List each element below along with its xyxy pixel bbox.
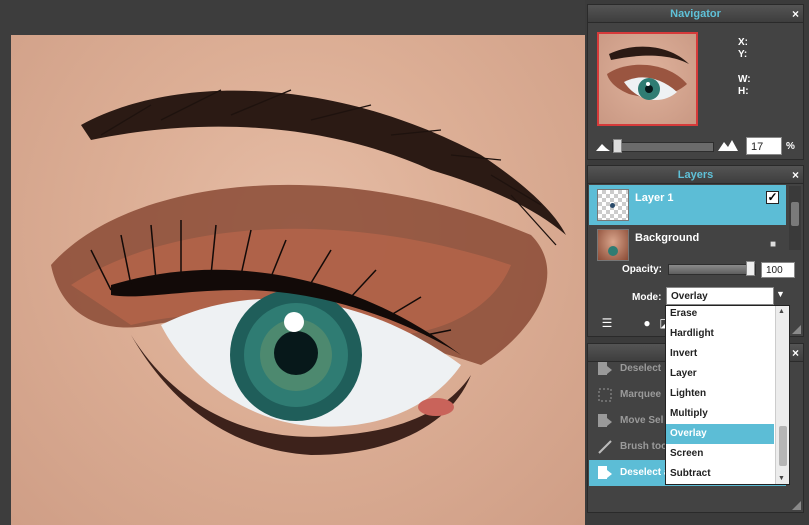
mode-dropdown-list[interactable]: Erase Hardlight Invert Layer Lighten Mul… [665,305,790,485]
x-coordinate-label: X: [738,37,748,48]
document-arrow-icon [598,466,612,479]
mode-select[interactable]: Overlay [666,287,774,305]
navigator-close-icon[interactable]: × [792,5,799,23]
width-label: W: [738,74,751,85]
background-thumbnail [597,229,629,261]
history-item-label: Marquee [620,389,662,400]
mode-option[interactable]: Erase [666,306,776,324]
canvas-workspace[interactable] [0,0,585,525]
layer-row-layer-1[interactable]: Layer 1 ✓ [589,185,786,225]
opacity-input[interactable]: 100 [761,262,795,278]
zoom-slider-track[interactable] [612,142,714,152]
chevron-down-icon[interactable]: ▼ [776,289,785,299]
mode-option[interactable]: Hardlight [666,324,776,344]
navigator-header: Navigator × [588,5,803,23]
lock-icon: ■ [769,239,776,250]
thumbnail-eye [607,46,689,101]
mode-label: Mode: [632,292,662,303]
navigator-thumbnail[interactable] [597,32,698,126]
history-close-icon[interactable]: × [792,344,799,362]
adjustments-icon[interactable]: ☰ [600,316,614,330]
zoom-controls: 17 % [588,133,803,157]
scroll-down-icon[interactable]: ▼ [778,475,785,482]
marquee-icon [598,388,612,402]
opacity-slider-handle[interactable] [746,261,755,276]
mode-option[interactable]: Lighten [666,384,776,404]
history-item-label: Deselect a [620,467,670,478]
height-label: H: [738,86,749,97]
layer-name: Layer 1 [635,192,674,204]
history-item-label: Deselect [620,363,662,374]
layers-resize-grip[interactable] [792,325,801,334]
canvas-image[interactable] [11,35,585,525]
mode-option[interactable]: Subtract [666,464,776,484]
history-resize-grip[interactable] [792,501,801,510]
layer-row-background[interactable]: Background ■ [589,225,786,265]
mode-option[interactable]: Layer [666,364,776,384]
document-arrow-icon [598,362,612,375]
dropdown-scrollbar[interactable]: ▲ ▼ [775,306,789,484]
zoom-in-icon[interactable] [718,139,738,151]
opacity-label: Opacity: [622,264,663,275]
layer-1-thumbnail [597,189,629,221]
layer-visibility-checkbox[interactable]: ✓ [766,191,779,204]
navigator-title: Navigator [670,8,721,20]
zoom-input[interactable]: 17 [746,137,782,155]
y-coordinate-label: Y: [738,49,748,60]
mode-option[interactable]: Multiply [666,404,776,424]
layer-name: Background [635,232,700,244]
mode-option-selected[interactable]: Overlay [666,424,774,444]
layers-scrollbar-thumb[interactable] [791,202,799,226]
scroll-up-icon[interactable]: ▲ [778,308,785,315]
zoom-out-icon[interactable] [596,142,610,151]
document-arrow-icon [598,414,612,427]
navigator-panel: Navigator × X: Y: W: H: 17 % [587,4,804,160]
zoom-slider-handle[interactable] [613,139,622,153]
brush-icon [598,440,612,454]
history-item-label: Move Sel [620,415,664,426]
layers-scrollbar[interactable] [789,186,801,250]
dropdown-scrollbar-thumb[interactable] [779,426,787,466]
mode-option[interactable]: Invert [666,344,776,364]
mask-circle-icon[interactable]: ● [640,316,654,330]
history-item-label: Brush too [620,441,668,452]
zoom-unit: % [786,141,795,152]
mode-option[interactable]: Screen [666,444,776,464]
eye-photo [51,89,566,455]
layers-close-icon[interactable]: × [792,166,799,184]
layers-header: Layers × [588,166,803,184]
layers-title: Layers [677,169,714,181]
opacity-slider-track[interactable] [668,264,756,275]
